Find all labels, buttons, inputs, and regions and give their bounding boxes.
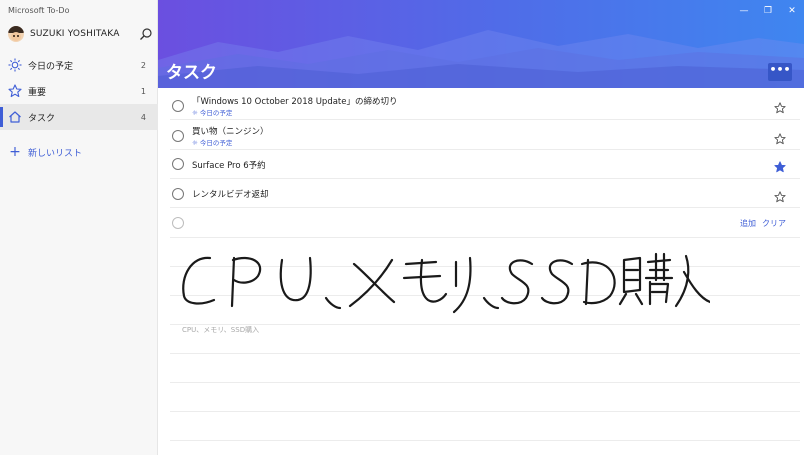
sidebar: Microsoft To-Do SUZUKI YOSHITAKA 今日の予定 2… (0, 0, 158, 455)
window-controls: — ❐ ✕ (732, 0, 804, 22)
close-button[interactable]: ✕ (780, 0, 804, 22)
task-row[interactable]: 「Windows 10 October 2018 Update」の締め切り ☼ … (170, 88, 800, 120)
complete-checkbox[interactable] (172, 158, 184, 170)
new-list-button[interactable]: + 新しいリスト (8, 145, 82, 159)
maximize-button[interactable]: ❐ (756, 0, 780, 22)
sidebar-item-count: 1 (140, 86, 146, 96)
task-due-label: ☼ 今日の予定 (192, 139, 233, 147)
sun-icon (8, 58, 22, 72)
star-icon (8, 84, 22, 98)
add-button[interactable]: 追加 (740, 218, 756, 229)
complete-checkbox[interactable] (172, 130, 184, 142)
new-task-circle (172, 217, 184, 229)
app-title: Microsoft To-Do (8, 6, 70, 15)
page-title: タスク (166, 63, 217, 83)
user-profile[interactable]: SUZUKI YOSHITAKA (8, 24, 156, 44)
task-due-label: ☼ 今日の予定 (192, 109, 233, 117)
new-task-row[interactable]: 追加 クリア (170, 208, 800, 238)
handwriting-stroke (182, 252, 710, 314)
sidebar-item-label: 重要 (28, 87, 47, 98)
task-row[interactable]: 買い物（ニンジン） ☼ 今日の予定 (170, 120, 800, 150)
todo-window: Microsoft To-Do SUZUKI YOSHITAKA 今日の予定 2… (0, 0, 804, 455)
more-options-button[interactable]: ••• (768, 63, 792, 81)
avatar (8, 26, 24, 42)
star-icon[interactable] (774, 130, 786, 145)
star-filled-icon[interactable] (774, 158, 786, 173)
user-name: SUZUKI YOSHITAKA (30, 29, 120, 39)
new-list-label: 新しいリスト (28, 148, 83, 159)
ink-input-area[interactable]: CPU、メモリ、SSD購入 (170, 238, 800, 455)
complete-checkbox[interactable] (172, 100, 184, 112)
complete-checkbox[interactable] (172, 188, 184, 200)
star-icon[interactable] (774, 188, 786, 203)
task-row[interactable]: Surface Pro 6予約 (170, 150, 800, 179)
sidebar-item-my-day[interactable]: 今日の予定 2 (0, 52, 158, 78)
mountain-background (158, 30, 804, 88)
task-list: 「Windows 10 October 2018 Update」の締め切り ☼ … (158, 88, 804, 455)
sidebar-item-label: 今日の予定 (28, 61, 74, 72)
recognized-text: CPU、メモリ、SSD購入 (182, 326, 260, 334)
task-row[interactable]: レンタルビデオ返却 (170, 179, 800, 208)
sidebar-item-tasks[interactable]: タスク 4 (0, 104, 158, 130)
task-title: 買い物（ニンジン） (192, 127, 269, 137)
list-header: — ❐ ✕ タスク ••• (158, 0, 804, 88)
sidebar-item-count: 4 (140, 112, 146, 122)
clear-button[interactable]: クリア (762, 218, 786, 229)
minimize-button[interactable]: — (732, 0, 756, 22)
search-icon[interactable] (139, 26, 153, 40)
sidebar-item-count: 2 (140, 60, 146, 70)
sidebar-item-label: タスク (28, 113, 56, 124)
home-icon (8, 110, 22, 124)
task-title: Surface Pro 6予約 (192, 161, 266, 171)
star-icon[interactable] (774, 99, 786, 114)
task-title: レンタルビデオ返却 (192, 190, 269, 200)
sidebar-nav: 今日の予定 2 重要 1 タスク 4 (0, 52, 158, 130)
plus-icon: + (9, 144, 21, 160)
sidebar-item-important[interactable]: 重要 1 (0, 78, 158, 104)
task-title: 「Windows 10 October 2018 Update」の締め切り (192, 97, 398, 107)
